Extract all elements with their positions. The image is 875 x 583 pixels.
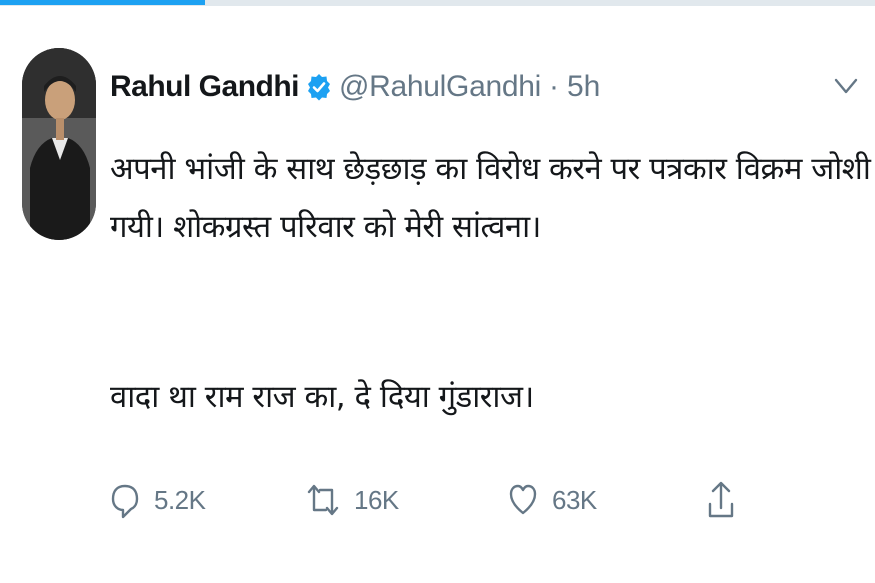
top-divider (0, 0, 875, 6)
retweet-count: 16K (354, 484, 399, 515)
share-button[interactable] (706, 478, 736, 522)
reply-count: 5.2K (154, 484, 206, 515)
tweet-header: Rahul Gandhi @RahulGandhi · 5h (110, 64, 600, 110)
reply-icon (110, 480, 140, 520)
verified-badge-icon (307, 72, 331, 102)
avatar[interactable] (22, 48, 96, 240)
tweet-text-line: गयी। शोकग्रस्त परिवार को मेरी सांत्वना। (110, 209, 541, 245)
share-icon (706, 478, 736, 522)
retweet-button[interactable]: 16K (306, 478, 399, 522)
chevron-down-icon[interactable] (832, 74, 860, 98)
tweet-text-line: वादा था राम राज का, दे दिया गुंडाराज। (110, 379, 534, 415)
tweet-card: Rahul Gandhi @RahulGandhi · 5h अपनी भांज… (0, 0, 875, 583)
heart-icon (508, 480, 538, 520)
tweet-actions: 5.2K 16K 63K (110, 478, 830, 522)
retweet-icon (306, 480, 340, 520)
like-count: 63K (552, 484, 597, 515)
like-button[interactable]: 63K (508, 478, 597, 522)
timestamp[interactable]: 5h (567, 70, 600, 104)
author-name[interactable]: Rahul Gandhi (110, 70, 300, 104)
active-indicator (0, 0, 205, 5)
separator-dot: · (548, 70, 559, 103)
reply-button[interactable]: 5.2K (110, 478, 206, 522)
tweet-text-line: अपनी भांजी के साथ छेड़छाड़ का विरोध करने… (110, 151, 875, 187)
tweet-text: अपनी भांजी के साथ छेड़छाड़ का विरोध करने… (110, 140, 875, 426)
author-handle[interactable]: @RahulGandhi (339, 70, 541, 104)
